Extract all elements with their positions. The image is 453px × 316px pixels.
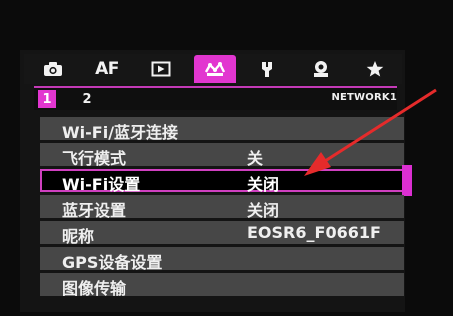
red-arrow-annotation (304, 88, 437, 176)
